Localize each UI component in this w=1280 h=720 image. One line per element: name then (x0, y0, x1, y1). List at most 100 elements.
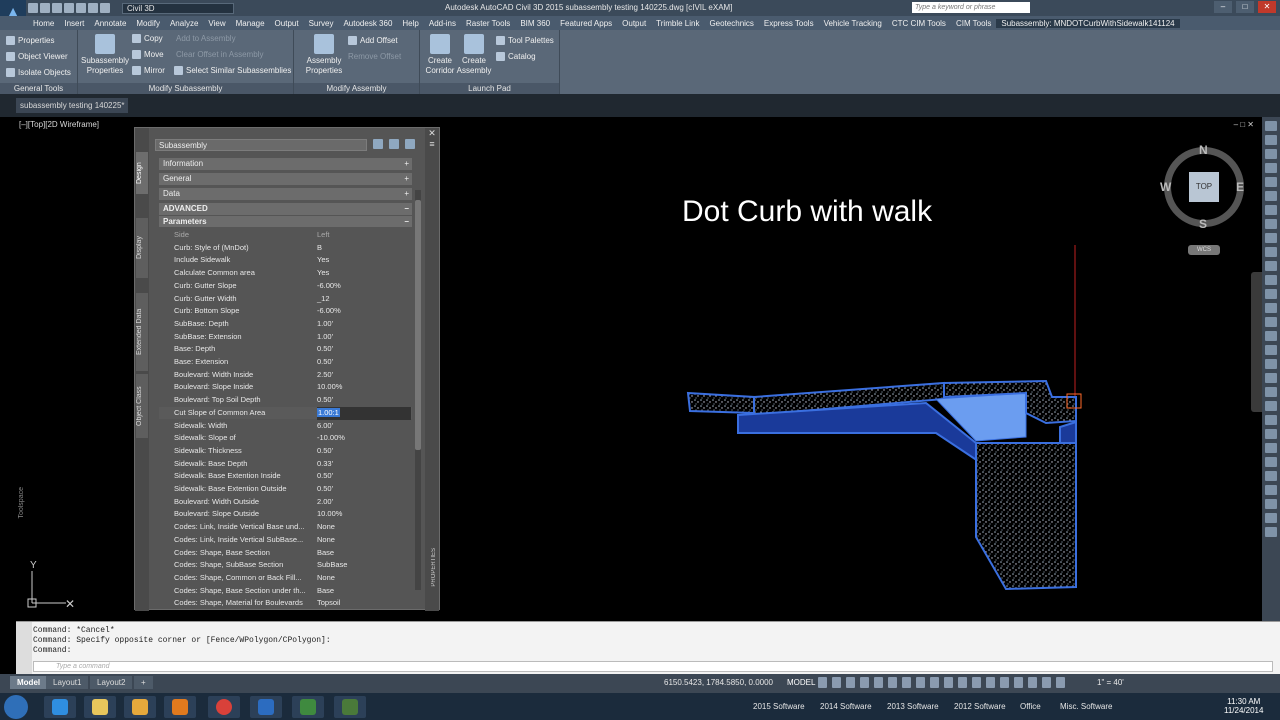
subassembly-properties-button[interactable]: Subassembly Properties (80, 34, 130, 76)
media-taskbar-button[interactable] (164, 696, 196, 718)
parameter-value[interactable]: 10.00% (317, 508, 342, 521)
close-icon[interactable]: ✕ (425, 128, 439, 139)
parameter-value[interactable]: _12 (317, 293, 330, 306)
save-icon[interactable] (52, 3, 62, 13)
start-button[interactable] (4, 695, 28, 719)
tool-strip-icon[interactable] (1265, 457, 1277, 467)
tool-strip-icon[interactable] (1265, 429, 1277, 439)
ribbon-tab[interactable]: Add-ins (424, 19, 461, 28)
parameter-value[interactable]: 1.00' (317, 318, 333, 331)
command-input[interactable]: Type a command (33, 661, 1273, 672)
outlook-taskbar-button[interactable] (124, 696, 156, 718)
tool-strip-icon[interactable] (1265, 247, 1277, 257)
parameter-value[interactable]: None (317, 572, 335, 585)
ribbon-tab[interactable]: View (203, 19, 230, 28)
tool-strip-icon[interactable] (1265, 289, 1277, 299)
parameter-value[interactable]: Base (317, 547, 334, 560)
drafting-toggle-icon[interactable] (972, 677, 981, 688)
ribbon-tab[interactable]: Home (28, 19, 59, 28)
tab-design[interactable]: Design (136, 152, 148, 194)
select-similar-button[interactable]: Select Similar Subassemblies (174, 66, 291, 75)
ribbon-tab[interactable]: Annotate (89, 19, 131, 28)
viewport-controls[interactable]: – □ ✕ (1234, 120, 1254, 129)
copy-button[interactable]: Copy (132, 34, 163, 43)
tool-strip-icon[interactable] (1265, 177, 1277, 187)
search-input[interactable]: Type a keyword or phrase (912, 2, 1030, 13)
parameter-value[interactable]: 6.00' (317, 420, 333, 433)
remove-offset-button[interactable]: Remove Offset (348, 52, 401, 61)
tool-strip-icon[interactable] (1265, 163, 1277, 173)
add-layout-button[interactable]: + (134, 676, 153, 689)
add-to-assembly-button[interactable]: Add to Assembly (176, 34, 236, 43)
ribbon-tab[interactable]: Vehicle Tracking (819, 19, 887, 28)
tool-strip-icon[interactable] (1265, 373, 1277, 383)
parameter-row[interactable]: Boulevard: Width Outside 2.00' (159, 496, 412, 509)
ribbon-tab[interactable]: Trimble Link (651, 19, 704, 28)
restore-icon[interactable]: □ (1236, 1, 1254, 13)
parameter-row[interactable]: Codes: Shape, Base Section under th... Ba… (159, 585, 412, 598)
tab-display[interactable]: Display (136, 218, 148, 278)
file-tab[interactable]: subassembly testing 140225* (16, 98, 128, 113)
toolbar-2015-software[interactable]: 2015 Software (753, 702, 805, 711)
parameter-value[interactable]: Left (317, 229, 330, 242)
ie-taskbar-button[interactable] (44, 696, 76, 718)
parameter-value[interactable]: None (317, 521, 335, 534)
drafting-toggle-icon[interactable] (944, 677, 953, 688)
panel-title[interactable]: Launch Pad (420, 83, 559, 94)
expand-icon[interactable]: + (404, 173, 409, 185)
parameter-value[interactable]: -6.00% (317, 305, 341, 318)
command-window-grip[interactable] (16, 622, 32, 675)
annotation-scale[interactable]: 1" = 40' (1097, 678, 1124, 687)
tool-strip-icon[interactable] (1265, 121, 1277, 131)
parameter-row[interactable]: Sidewalk: Base Depth 0.33' (159, 458, 412, 471)
toolspace-tab[interactable]: Toolspace (18, 487, 25, 519)
parameter-value[interactable]: None (317, 534, 335, 547)
parameter-row[interactable]: Curb: Style of (MnDot) B (159, 242, 412, 255)
parameter-value[interactable]: 2.50' (317, 369, 333, 382)
explorer-taskbar-button[interactable] (84, 696, 116, 718)
add-offset-button[interactable]: Add Offset (348, 36, 398, 45)
ribbon-tab[interactable]: CIM Tools (951, 19, 996, 28)
ribbon-tab[interactable]: Survey (304, 19, 339, 28)
drafting-toggle-icon[interactable] (916, 677, 925, 688)
open-icon[interactable] (40, 3, 50, 13)
parameter-row[interactable]: Calculate Common area Yes (159, 267, 412, 280)
viewcube-top-face[interactable]: TOP (1189, 172, 1219, 202)
save-as-icon[interactable] (64, 3, 74, 13)
parameter-row[interactable]: Codes: Shape, SubBase Section SubBase (159, 559, 412, 572)
undo-icon[interactable] (88, 3, 98, 13)
ribbon-tab[interactable]: Help (397, 19, 423, 28)
parameter-value[interactable]: -6.00% (317, 280, 341, 293)
tool-strip-icon[interactable] (1265, 205, 1277, 215)
parameter-row[interactable]: Sidewalk: Base Extention Inside 0.50' (159, 470, 412, 483)
tool-strip-icon[interactable] (1265, 317, 1277, 327)
tab-object-class[interactable]: Object Class (136, 374, 148, 438)
ribbon-tab[interactable]: Raster Tools (461, 19, 515, 28)
tab-extended-data[interactable]: Extended Data (136, 293, 148, 371)
parameter-row[interactable]: Include Sidewalk Yes (159, 254, 412, 267)
tool-strip-icon[interactable] (1265, 219, 1277, 229)
coordinate-readout[interactable]: 6150.5423, 1784.5850, 0.0000 (664, 678, 773, 687)
tool-strip-icon[interactable] (1265, 401, 1277, 411)
tool-strip-icon[interactable] (1265, 527, 1277, 537)
parameter-value[interactable]: Yes (317, 254, 329, 267)
ribbon-tab[interactable]: Manage (231, 19, 270, 28)
parameter-row[interactable]: Curb: Gutter Slope -6.00% (159, 280, 412, 293)
model-space-button[interactable]: MODEL (787, 678, 815, 687)
parameter-value[interactable]: SubBase (317, 559, 347, 572)
tool-palettes-button[interactable]: Tool Palettes (496, 36, 554, 45)
ribbon-tab[interactable]: Analyze (165, 19, 203, 28)
parameter-row[interactable]: Boulevard: Width Inside 2.50' (159, 369, 412, 382)
ribbon-tab[interactable]: Featured Apps (555, 19, 617, 28)
parameter-value[interactable]: 0.50' (317, 483, 333, 496)
tab-model[interactable]: Model (10, 676, 48, 689)
parameter-row[interactable]: Sidewalk: Slope of -10.00% (159, 432, 412, 445)
parameter-row[interactable]: Sidewalk: Base Extention Outside 0.50' (159, 483, 412, 496)
tab-layout2[interactable]: Layout2 (90, 676, 133, 689)
parameter-value[interactable]: Topsoil (317, 597, 340, 610)
tool-strip-icon[interactable] (1265, 135, 1277, 145)
ribbon-tab[interactable]: CTC CIM Tools (887, 19, 951, 28)
tool-strip-icon[interactable] (1265, 331, 1277, 341)
tab-layout1[interactable]: Layout1 (46, 676, 89, 689)
civil3d-taskbar-button[interactable] (250, 696, 282, 718)
